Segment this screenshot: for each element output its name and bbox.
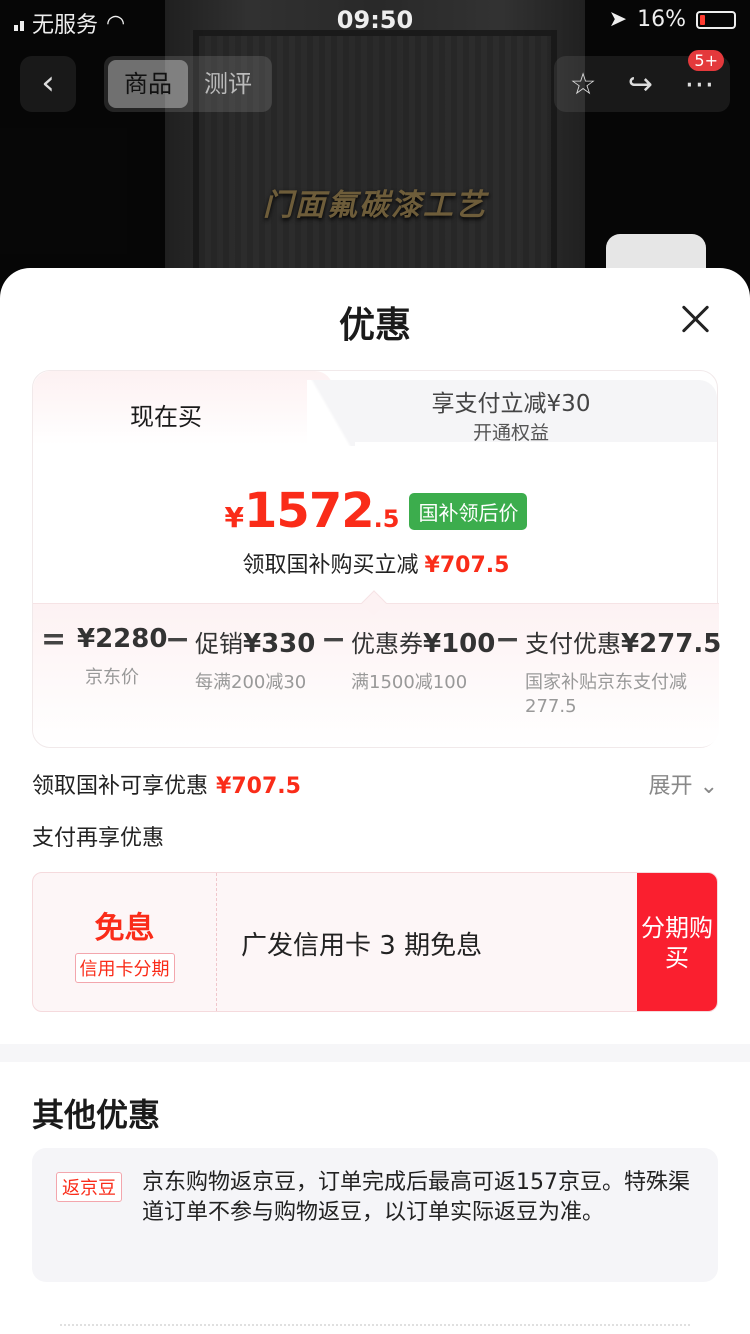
tab-pay-title: 享支付立减¥30 — [431, 391, 591, 417]
partial-footer — [60, 1324, 690, 1334]
breakdown-desc: 满1500减100 — [351, 672, 468, 693]
final-price: ¥ 1572 .5 国补领后价 — [33, 483, 719, 539]
share-icon[interactable]: ↪ — [628, 67, 653, 102]
breakdown-label: 促销 — [195, 630, 243, 658]
expand-button[interactable]: 展开 ⌄ — [649, 768, 718, 800]
battery-percent: 16% — [637, 7, 686, 32]
price-breakdown: = ¥2280 京东价 − 促销¥330 每满200减30 − 优惠券¥100 … — [33, 590, 721, 747]
credit-offer-text: 广发信用卡 3 期免息 — [241, 931, 483, 961]
price-decimal: .5 — [373, 505, 400, 533]
nav-actions: ☆ ↪ ⋯ 5+ — [554, 50, 730, 112]
more-icon[interactable]: ⋯ — [684, 67, 714, 102]
breakdown-label: 优惠券 — [351, 630, 423, 658]
tab-pay-subtitle: 开通权益 — [472, 422, 549, 444]
minus-sign: − — [321, 622, 347, 657]
product-nav: ‹ 商品 测评 ☆ ↪ ⋯ 5+ — [0, 50, 750, 120]
status-bar: 无服务 ◠ 09:50 ➤ 16% — [0, 0, 750, 40]
saving-label: 领取国补购买立减 — [242, 553, 419, 578]
gov-subsidy-label: 领取国补可享优惠 — [32, 774, 209, 799]
saving-line: 领取国补购买立减 ¥707.5 — [33, 547, 719, 579]
tab-review[interactable]: 测评 — [188, 60, 268, 108]
breakdown-desc: 京东价 — [85, 667, 139, 688]
price-currency: ¥ — [224, 501, 245, 534]
saving-amount: ¥707.5 — [424, 553, 510, 578]
minus-sign: − — [165, 622, 191, 657]
tab-goods[interactable]: 商品 — [108, 60, 188, 108]
price-card: 享支付立减¥30 开通权益 现在买 ¥ 1572 .5 国补领后价 领取国补购买… — [32, 370, 721, 748]
battery-icon — [696, 10, 736, 29]
tab-separator — [307, 380, 355, 446]
breakdown-amount: ¥277.5 — [621, 629, 722, 659]
breakdown-desc: 每满200减30 — [195, 672, 307, 693]
breakdown-amount: ¥2280 — [77, 624, 168, 654]
minus-sign: − — [495, 622, 521, 657]
gov-subsidy-row: 领取国补可享优惠 ¥707.5 展开 ⌄ — [32, 768, 718, 800]
jingdou-tag: 返京豆 — [56, 1172, 122, 1202]
back-button[interactable]: ‹ — [20, 56, 76, 112]
breakdown-pointer — [361, 590, 387, 616]
installment-buy-button[interactable]: 分期购买 — [637, 873, 717, 1011]
gov-subsidy-amount: ¥707.5 — [216, 774, 301, 799]
credit-installment-card[interactable]: 免息 信用卡分期 广发信用卡 3 期免息 分期购买 — [32, 872, 718, 1012]
gov-subsidy-tag: 国补领后价 — [409, 492, 528, 530]
tab-buy-now[interactable]: 现在买 — [33, 371, 333, 445]
breakdown-amount: ¥100 — [423, 629, 496, 659]
chevron-down-icon: ⌄ — [699, 774, 718, 799]
tab-pay-discount[interactable]: 享支付立减¥30 开通权益 — [305, 380, 717, 444]
breakdown-label: 支付优惠 — [525, 630, 621, 658]
expand-label: 展开 — [648, 774, 693, 799]
chevron-left-icon: ‹ — [41, 63, 55, 103]
jingdou-text: 京东购物返京豆，订单完成后最高可返157京豆。特殊渠道订单不参与购物返豆，以订单… — [142, 1170, 690, 1225]
discount-sheet: 优惠 享支付立减¥30 开通权益 现在买 ¥ 1572 .5 国补领后价 领取国… — [0, 268, 750, 1334]
interest-free-label: 免息 — [94, 911, 155, 946]
nav-tabs: 商品 测评 — [104, 56, 272, 112]
star-icon[interactable]: ☆ — [570, 67, 597, 102]
section-divider — [0, 1044, 750, 1062]
installment-badge: 免息 信用卡分期 — [33, 873, 217, 1011]
breakdown-item: 促销¥330 每满200减30 — [195, 624, 335, 695]
location-icon: ➤ — [608, 7, 628, 32]
equals-sign: = — [41, 622, 67, 657]
message-badge: 5+ — [688, 50, 724, 71]
breakdown-item: 支付优惠¥277.5 国家补贴京东支付减277.5 — [525, 624, 721, 719]
sheet-title: 优惠 — [338, 305, 411, 346]
pay-discount-title: 支付再享优惠 — [32, 826, 165, 851]
breakdown-amount: ¥330 — [243, 629, 316, 659]
breakdown-item: 优惠券¥100 满1500减100 — [351, 624, 511, 695]
jingdou-card: 返京豆 京东购物返京豆，订单完成后最高可返157京豆。特殊渠道订单不参与购物返豆… — [32, 1148, 718, 1282]
credit-installment-tag: 信用卡分期 — [74, 953, 175, 983]
close-icon[interactable] — [680, 304, 710, 334]
breakdown-desc: 国家补贴京东支付减277.5 — [525, 672, 687, 717]
price-integer: 1572 — [244, 483, 375, 539]
tab-buy-now-label: 现在买 — [130, 403, 202, 431]
other-discounts-title: 其他优惠 — [32, 1096, 161, 1134]
